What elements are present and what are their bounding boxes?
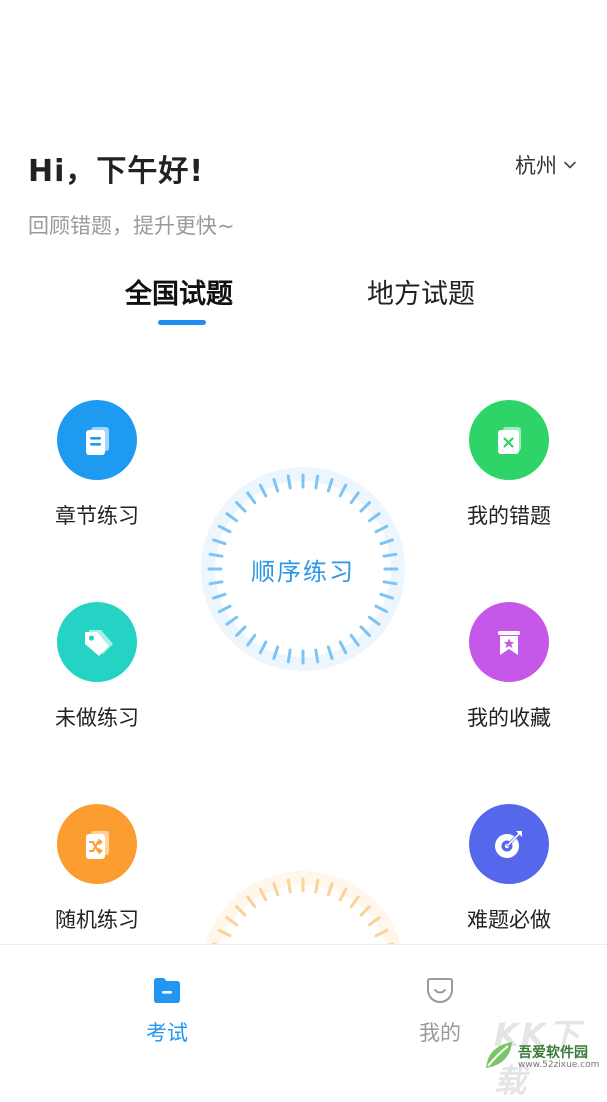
target-icon [469, 804, 549, 884]
tab-national[interactable]: 全国试题 [125, 272, 233, 311]
random-practice-label: 随机练习 [55, 908, 139, 932]
watermark-url: www.52zixue.com [518, 1060, 600, 1070]
my-favorites-button[interactable]: 我的收藏 [449, 602, 569, 732]
subtitle: 回顾错题，提升更快~ [28, 214, 235, 238]
tag-icon [57, 602, 137, 682]
greeting: Hi，下午好! [28, 154, 205, 189]
city-selector[interactable]: 杭州 [515, 150, 577, 180]
watermark: KK下载 吾爱软件园 www.52zixue.com [478, 1010, 603, 1100]
watermark-name: 吾爱软件园 [518, 1045, 588, 1061]
tab-bar: 全国试题 地方试题 [0, 272, 607, 332]
ring-tick [314, 648, 320, 664]
ring-tick [286, 474, 292, 490]
nav-exam[interactable]: 考试 [107, 975, 227, 1047]
leaf-logo-icon [486, 1042, 512, 1068]
smile-icon [427, 978, 453, 1003]
my-favorites-label: 我的收藏 [467, 706, 551, 730]
chapter-practice-button[interactable]: 章节练习 [37, 400, 157, 530]
nav-exam-label: 考试 [146, 1021, 188, 1045]
folder-icon [154, 978, 180, 1003]
shuffle-icon [57, 804, 137, 884]
undone-practice-button[interactable]: 未做练习 [37, 602, 157, 732]
ring-tick [314, 474, 320, 490]
ring-tick [286, 878, 292, 894]
chapter-practice-label: 章节练习 [55, 504, 139, 528]
ring-tick [314, 878, 320, 894]
active-tab-indicator [158, 320, 206, 325]
random-practice-button[interactable]: 随机练习 [37, 804, 157, 934]
wrong-book-icon [469, 400, 549, 480]
ring-tick [286, 648, 292, 664]
wrong-questions-label: 我的错题 [467, 504, 551, 528]
hard-questions-label: 难题必做 [467, 908, 551, 932]
document-icon [57, 400, 137, 480]
hard-questions-button[interactable]: 难题必做 [449, 804, 569, 934]
star-bookmark-icon [469, 602, 549, 682]
sequential-practice-label: 顺序练习 [251, 558, 355, 586]
chevron-down-icon [564, 161, 576, 169]
undone-practice-label: 未做练习 [55, 706, 139, 730]
sequential-practice-button[interactable]: 顺序练习 [196, 462, 410, 676]
tab-local[interactable]: 地方试题 [367, 272, 475, 311]
city-label: 杭州 [515, 154, 557, 178]
wrong-questions-button[interactable]: 我的错题 [449, 400, 569, 530]
